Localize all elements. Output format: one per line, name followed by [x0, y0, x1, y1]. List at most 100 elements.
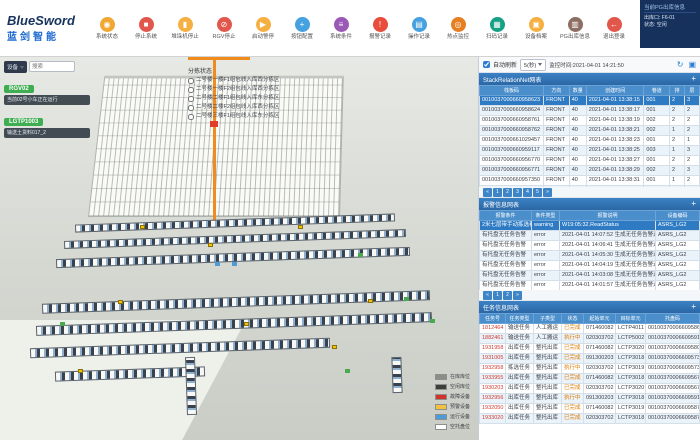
forklift-icon: [368, 299, 373, 303]
page-button[interactable]: 4: [523, 188, 532, 197]
expand-icon[interactable]: +: [691, 302, 696, 312]
legend-label: 运行设备: [450, 413, 470, 420]
floor-highlight: [0, 320, 246, 440]
table-row[interactable]: 有托盘无任务告警error2021-04-01 14:07:52 生成无任务告警…: [480, 231, 700, 241]
sorting-zone-checkbox[interactable]: [188, 114, 194, 120]
toolbar-alarm-log[interactable]: !报警记录: [361, 17, 399, 40]
table-cell: 071460082: [584, 344, 616, 354]
sorting-zone-row[interactable]: 二号楼一楼F2组包线入库西分拣区: [188, 86, 348, 93]
table-row[interactable]: 0010037000660958762FRONT402021-04-01 13:…: [480, 126, 700, 136]
page-button[interactable]: «: [483, 291, 492, 300]
toolbar-start-control[interactable]: ▶启动警停: [244, 17, 282, 40]
device-status-badge[interactable]: RGV02: [4, 85, 34, 93]
toolbar-pg-outbound[interactable]: ▥PG出库信息: [556, 17, 594, 40]
device-filter-select[interactable]: 设备: [4, 61, 27, 73]
toolbar-stacker-stop[interactable]: ▮堆垛机停止: [166, 17, 204, 40]
table-row[interactable]: 有托盘无任务告警error2021-04-01 14:05:30 生成无任务告警…: [480, 251, 700, 261]
page-button[interactable]: 2: [503, 188, 512, 197]
task-table-header[interactable]: 任务信息网表 +: [479, 301, 700, 313]
refresh-icon[interactable]: ↻: [677, 60, 684, 70]
table-row[interactable]: 1931958出库任务整托出库已完成071460082LCTP302000100…: [480, 344, 700, 354]
page-button[interactable]: »: [543, 188, 552, 197]
stack-table-header[interactable]: StackRelationNet网表 +: [479, 73, 700, 85]
page-button[interactable]: »: [513, 291, 522, 300]
table-cell: 整托出库: [534, 404, 562, 414]
legend-color-chip: [435, 384, 447, 390]
page-button[interactable]: 1: [493, 188, 502, 197]
page-button[interactable]: 2: [503, 291, 512, 300]
table-row[interactable]: 1933020出库任务整托出库已完成020303702LCTP301800100…: [480, 414, 700, 424]
sorting-zone-row[interactable]: 二号楼三楼F1组包线入库东分拣区: [188, 113, 348, 120]
expand-icon[interactable]: +: [691, 74, 696, 84]
table-row[interactable]: 2米七层带手动拣选巷道warningW19:05:32.ReadStatusAS…: [480, 221, 700, 231]
toolbar-rgv-stop[interactable]: ⊘RGV停止: [205, 17, 243, 40]
device-status-badge[interactable]: LGTP1003: [4, 118, 43, 126]
table-row[interactable]: 1882461输送任务人工搬运执行中020303702LCTP500200100…: [480, 334, 700, 344]
table-row[interactable]: 0010037000660958623FRONT402021-04-01 13:…: [480, 96, 700, 106]
toolbar-stop-system[interactable]: ■停止系统: [127, 17, 165, 40]
table-row[interactable]: 有托盘无任务告警error2021-04-01 14:04:19 生成无任务告警…: [480, 261, 700, 271]
column-header: 创建时间: [586, 86, 644, 96]
sorting-zone-row[interactable]: 二号楼二楼F1组包线入库东分拣区: [188, 95, 348, 102]
toolbar-system-condition[interactable]: ≡系统条件: [322, 17, 360, 40]
table-cell: 2: [670, 106, 685, 116]
table-cell: 有托盘无任务告警: [480, 271, 532, 281]
device-search-input[interactable]: [29, 61, 75, 72]
table-row[interactable]: 1932958拣选任务整托出库执行中020303702LCTP301900100…: [480, 364, 700, 374]
table-row[interactable]: 有托盘无任务告警error2021-04-01 14:03:08 生成无任务告警…: [480, 271, 700, 281]
toolbar-system-status[interactable]: ◉系统状态: [88, 17, 126, 40]
expand-icon[interactable]: +: [691, 199, 696, 209]
page-button[interactable]: 3: [513, 188, 522, 197]
legend-label: 故障设备: [450, 393, 470, 400]
table-row[interactable]: 0010037000660957350FRONT402021-04-01 13:…: [480, 176, 700, 186]
device-status-text: 输送土货料017_2: [4, 128, 90, 138]
table-row[interactable]: 1931005出库任务整托出库已完成091300203LCTP301800100…: [480, 354, 700, 364]
auto-refresh-checkbox[interactable]: [483, 61, 490, 68]
toolbar-label: 启动警停: [244, 34, 282, 40]
table-row[interactable]: 0010037000660958624FRONT402021-04-01 13:…: [480, 106, 700, 116]
device-item-lgtp1003[interactable]: LGTP1003 输送土货料017_2: [4, 110, 96, 138]
sorting-zone-checkbox[interactable]: [188, 87, 194, 93]
toolbar-hotspot-monitor[interactable]: ◎热点监控: [439, 17, 477, 40]
table-row[interactable]: 0010037000660956770FRONT402021-04-01 13:…: [480, 156, 700, 166]
toolbar-label: 系统条件: [322, 34, 360, 40]
toolbar-logout[interactable]: ←退出登录: [595, 17, 633, 40]
warehouse-3d-view[interactable]: 设备 RGV02 当前02号小车正在运行 LGTP1003 输送土货料017_2…: [0, 57, 478, 440]
table-cell: 出库任务: [506, 354, 534, 364]
toolbar-operation-log[interactable]: ▤操作记录: [400, 17, 438, 40]
page-button[interactable]: «: [483, 188, 492, 197]
table-row[interactable]: 1932050出库任务整托出库已完成071460082LCTP301900100…: [480, 404, 700, 414]
table-row[interactable]: 0010037000660959117FRONT402021-04-01 13:…: [480, 146, 700, 156]
table-row[interactable]: 有托盘无任务告警error2021-04-01 14:01:57 生成无任务告警…: [480, 281, 700, 291]
page-button[interactable]: 1: [493, 291, 502, 300]
table-row[interactable]: 1932956出库任务整托出库执行中091300203LCTP301800100…: [480, 394, 700, 404]
column-header: 目标单元: [616, 314, 646, 324]
table-row[interactable]: 1812464输送任务人工搬运已完成071460082LCTP401100100…: [480, 324, 700, 334]
device-item-rgv02[interactable]: RGV02 当前02号小车正在运行: [4, 77, 96, 105]
page-button[interactable]: 5: [533, 188, 542, 197]
pg-outbound-icon: ▥: [568, 17, 583, 32]
table-row[interactable]: 0010037000661029457FRONT402021-04-01 13:…: [480, 136, 700, 146]
column-header: 报警说明: [560, 211, 656, 221]
table-cell: 1932956: [480, 394, 506, 404]
sorting-zone-row[interactable]: 二号楼一楼F1组包线入库西分拣区: [188, 77, 348, 84]
toolbar-device-archive[interactable]: ▣设备档案: [517, 17, 555, 40]
sorting-zone-checkbox[interactable]: [188, 78, 194, 84]
window-icon[interactable]: ▣: [688, 60, 696, 70]
table-cell: 0010037000660956770: [480, 156, 544, 166]
sorting-zone-checkbox[interactable]: [188, 105, 194, 111]
column-header: 任务号: [480, 314, 506, 324]
refresh-interval-select[interactable]: 5(秒): [520, 59, 546, 71]
table-row[interactable]: 1933955出库任务整托出库已完成071460082LCTP301800100…: [480, 374, 700, 384]
toolbar-scan-log[interactable]: ▦扫码记录: [478, 17, 516, 40]
sorting-zone-checkbox[interactable]: [188, 96, 194, 102]
table-row[interactable]: 0010037000660956771FRONT402021-04-01 13:…: [480, 166, 700, 176]
alarm-table-header[interactable]: 报警信息网表 +: [479, 198, 700, 210]
toolbar-button-config[interactable]: +按钮配置: [283, 17, 321, 40]
table-row[interactable]: 1930203出库任务整托出库已完成020303702LCTP302000100…: [480, 384, 700, 394]
column-header: 层: [684, 86, 699, 96]
column-header: 设备编码: [656, 211, 700, 221]
table-row[interactable]: 0010037000660958761FRONT402021-04-01 13:…: [480, 116, 700, 126]
table-row[interactable]: 有托盘无任务告警error2021-04-01 14:06:41 生成无任务告警…: [480, 241, 700, 251]
sorting-zone-row[interactable]: 二号楼二楼F2组包线入库西分拣区: [188, 104, 348, 111]
